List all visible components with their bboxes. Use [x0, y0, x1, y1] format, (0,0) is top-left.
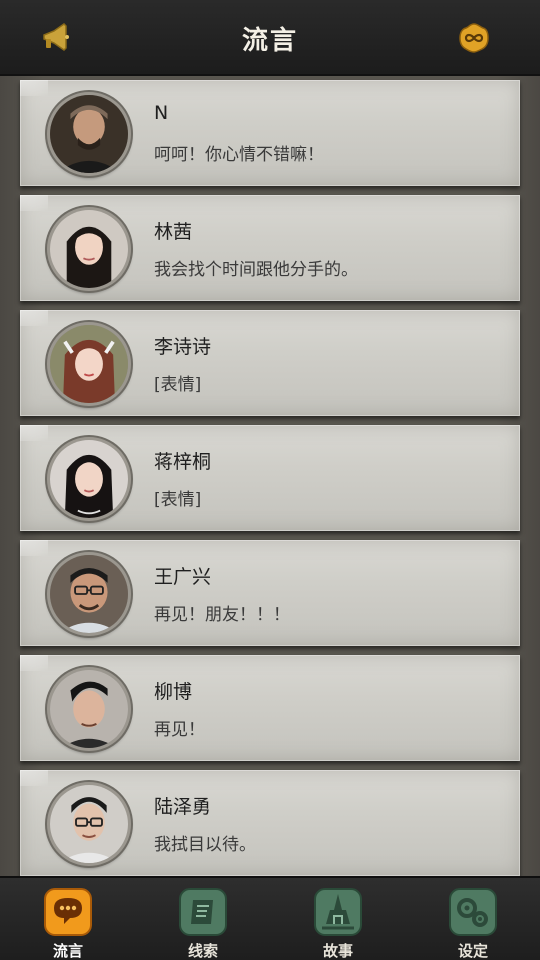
paper-corner — [20, 540, 48, 556]
contact-name: 王广兴 — [154, 566, 212, 588]
paper-corner — [20, 310, 48, 326]
nav-item-rumors[interactable]: 流言 — [33, 888, 103, 960]
nav-item-story[interactable]: 故事 — [303, 888, 373, 960]
message-preview: 再见！朋友！！！ — [154, 605, 290, 625]
top-bar: 流言 — [0, 0, 540, 76]
message-preview: 再见！ — [154, 720, 205, 740]
paper-corner — [20, 770, 48, 786]
nav-label: 流言 — [52, 942, 83, 960]
nav-item-settings[interactable]: 设定 — [438, 888, 508, 960]
avatar[interactable] — [47, 207, 131, 291]
message-preview: [表情] — [154, 490, 202, 510]
message-card[interactable]: 李诗诗 [表情] — [20, 310, 520, 416]
infinity-coin-icon[interactable] — [456, 20, 492, 56]
avatar[interactable] — [47, 782, 131, 866]
avatar[interactable] — [47, 322, 131, 406]
temple-icon — [314, 888, 362, 936]
paper-corner — [20, 425, 48, 441]
paper-corner — [20, 655, 48, 671]
contact-name: 李诗诗 — [154, 336, 212, 358]
avatar[interactable] — [47, 437, 131, 521]
message-preview: 呵呵！你心情不错嘛！ — [154, 145, 324, 165]
contact-name: 林茜 — [154, 221, 193, 243]
nav-item-clues[interactable]: 线索 — [168, 888, 238, 960]
contact-name: 蒋梓桐 — [154, 451, 212, 473]
message-card[interactable]: 陆泽勇 我拭目以待。 — [20, 770, 520, 876]
gears-icon — [449, 888, 497, 936]
nav-label: 线索 — [187, 942, 218, 960]
message-card[interactable]: N 呵呵！你心情不错嘛！ — [20, 80, 520, 186]
contact-name: N — [154, 102, 169, 124]
message-card[interactable]: 林茜 我会找个时间跟他分手的。 — [20, 195, 520, 301]
message-card[interactable]: 柳博 再见！ — [20, 655, 520, 761]
message-card[interactable]: 王广兴 再见！朋友！！！ — [20, 540, 520, 646]
paper-corner — [20, 195, 48, 211]
message-preview: [表情] — [154, 375, 202, 395]
paper-corner — [20, 80, 48, 96]
message-preview: 我拭目以待。 — [154, 835, 256, 855]
scroll-icon — [179, 888, 227, 936]
message-card[interactable]: 蒋梓桐 [表情] — [20, 425, 520, 531]
message-list: N 呵呵！你心情不错嘛！ 林茜 我会找个时间跟他分手的。 李诗诗 [表情] 蒋梓… — [0, 76, 540, 876]
contact-name: 陆泽勇 — [154, 796, 212, 818]
message-preview: 我会找个时间跟他分手的。 — [154, 260, 358, 280]
nav-label: 故事 — [322, 942, 353, 960]
bottom-nav: 流言 线索 故事 设定 — [0, 876, 540, 960]
chat-bubble-icon — [44, 888, 92, 936]
avatar[interactable] — [47, 92, 131, 176]
avatar[interactable] — [47, 667, 131, 751]
contact-name: 柳博 — [154, 681, 193, 703]
avatar[interactable] — [47, 552, 131, 636]
nav-label: 设定 — [457, 942, 488, 960]
